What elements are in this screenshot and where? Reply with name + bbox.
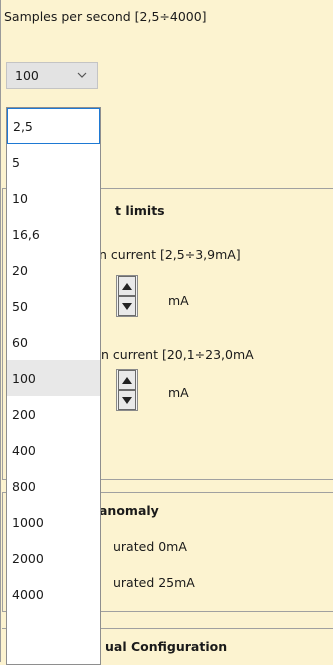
dropdown-option[interactable]: 2000 [7,540,100,576]
dropdown-option[interactable]: 400 [7,432,100,468]
samples-per-second-combo[interactable]: 100 [6,62,98,89]
anomaly-title: anomaly [99,503,159,518]
anomaly-option-saturated-0[interactable]: urated 0mA [113,539,187,554]
triangle-down-icon [122,396,132,404]
dropdown-option[interactable]: 1000 [7,504,100,540]
max-current-label: n current [20,1÷23,0mA [101,347,254,362]
dropdown-option[interactable]: 10 [7,180,100,216]
triangle-up-icon [122,376,132,384]
spin-down-button[interactable] [118,296,136,316]
dropdown-option[interactable]: 4000 [7,576,100,612]
spin-down-button[interactable] [118,390,136,410]
anomaly-option-saturated-25[interactable]: urated 25mA [113,575,195,590]
dropdown-option[interactable]: 50 [7,288,100,324]
dropdown-option[interactable]: 20 [7,252,100,288]
current-limits-title: t limits [115,203,165,218]
dropdown-option[interactable]: 60 [7,324,100,360]
manual-configuration-title: ual Configuration [105,639,228,654]
combo-selected-value: 100 [15,68,39,83]
window-border [0,0,1,662]
dropdown-option[interactable]: 2,5 [7,108,100,144]
samples-per-second-dropdown-list[interactable]: 2,5 5 10 16,6 20 50 60 100 200 400 800 1… [6,107,101,665]
min-current-spinner[interactable] [116,275,138,317]
min-current-unit: mA [168,293,189,308]
triangle-down-icon [122,302,132,310]
dropdown-option[interactable]: 800 [7,468,100,504]
dropdown-option[interactable]: 5 [7,144,100,180]
dropdown-option-current[interactable]: 100 [7,360,100,396]
spin-up-button[interactable] [118,370,136,390]
samples-per-second-label: Samples per second [2,5÷4000] [4,9,207,24]
triangle-up-icon [122,282,132,290]
spin-up-button[interactable] [118,276,136,296]
chevron-down-icon [77,70,87,81]
dropdown-option[interactable]: 200 [7,396,100,432]
max-current-spinner[interactable] [116,369,138,411]
max-current-unit: mA [168,385,189,400]
min-current-label: n current [2,5÷3,9mA] [99,247,241,262]
dropdown-option[interactable]: 16,6 [7,216,100,252]
